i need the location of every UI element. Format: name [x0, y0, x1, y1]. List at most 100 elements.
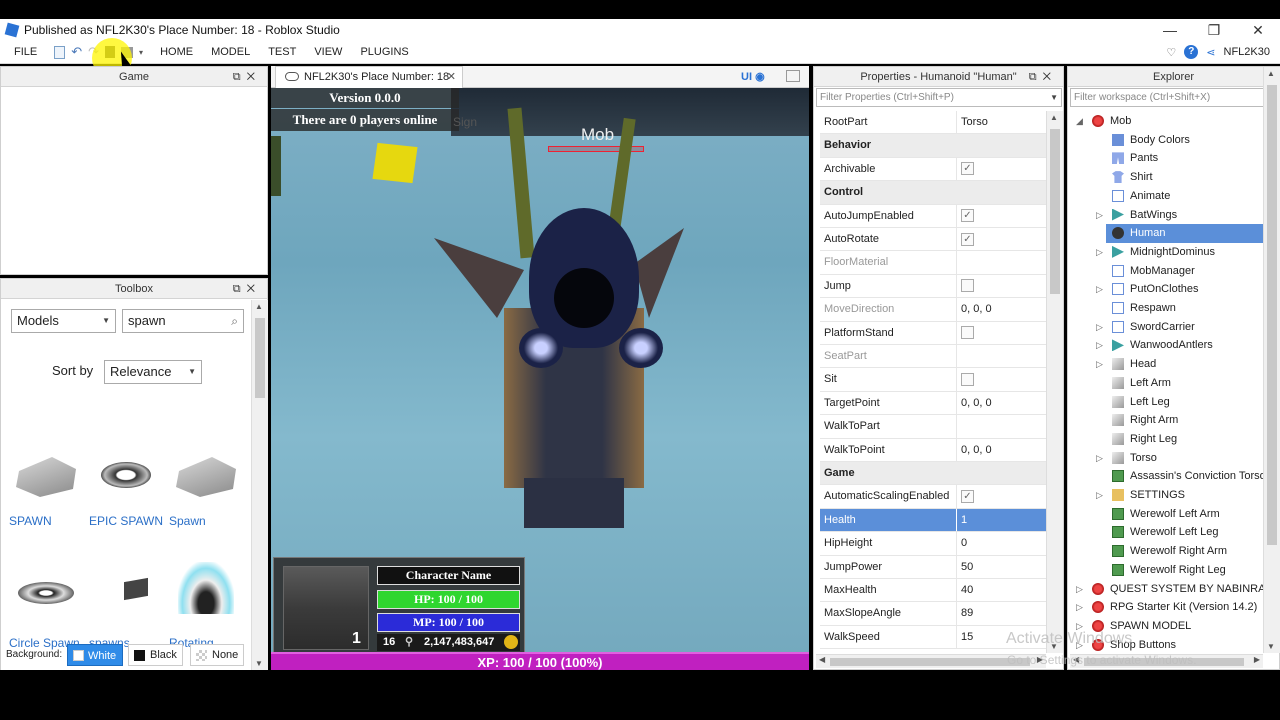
property-checkbox[interactable]: ✓ — [956, 228, 1046, 251]
property-row[interactable]: JumpPower 50 — [820, 555, 1046, 579]
expand-toggle-icon[interactable]: ▷ — [1076, 598, 1083, 616]
explorer-item[interactable]: Body Colors — [1070, 131, 1263, 150]
share-icon[interactable]: ⋖ — [1206, 46, 1215, 59]
checkbox[interactable]: ✓ — [961, 489, 974, 503]
tab-view[interactable]: VIEW — [305, 41, 351, 63]
property-value[interactable]: 89 — [956, 602, 1046, 625]
explorer-item[interactable]: Left Arm — [1070, 374, 1263, 393]
filter-workspace-input[interactable]: Filter workspace (Ctrl+Shift+X) — [1070, 88, 1278, 107]
toolbox-item[interactable]: spawns — [86, 562, 166, 650]
ui-toggle[interactable]: UI ◉ — [741, 70, 765, 83]
property-checkbox[interactable]: ✓ — [956, 485, 1046, 508]
explorer-item[interactable]: ▷ Head — [1070, 355, 1263, 374]
expand-toggle-icon[interactable]: ◢ — [1076, 112, 1083, 130]
property-row[interactable]: Jump — [820, 274, 1046, 299]
explorer-item[interactable]: Werewolf Left Leg — [1070, 523, 1263, 542]
chevron-down-icon[interactable]: ▼ — [1050, 89, 1058, 106]
maximize-button[interactable]: ❐ — [1192, 19, 1236, 41]
minimize-button[interactable]: — — [1148, 19, 1192, 41]
expand-toggle-icon[interactable]: ▷ — [1096, 355, 1103, 373]
explorer-item[interactable]: Werewolf Right Arm — [1070, 542, 1263, 561]
property-checkbox[interactable] — [956, 321, 1046, 344]
place-tab[interactable]: NFL2K30's Place Number: 18 ✕ — [275, 66, 463, 88]
expand-toggle-icon[interactable]: ▷ — [1096, 243, 1103, 261]
property-checkbox[interactable]: ✓ — [956, 204, 1046, 227]
explorer-scrollbar[interactable]: ▲ ▼ — [1263, 67, 1280, 653]
username[interactable]: NFL2K30 — [1224, 46, 1270, 58]
property-row[interactable]: AutoRotate ✓ — [820, 228, 1046, 252]
checkbox[interactable] — [961, 372, 974, 386]
property-row[interactable]: MoveDirection 0, 0, 0 — [820, 298, 1046, 322]
expand-toggle-icon[interactable]: ▷ — [1096, 318, 1103, 336]
new-file-icon[interactable] — [54, 45, 66, 59]
bg-black-button[interactable]: Black — [128, 644, 183, 666]
tab-plugins[interactable]: PLUGINS — [351, 41, 417, 63]
property-checkbox[interactable] — [956, 274, 1046, 298]
checkbox[interactable] — [961, 279, 974, 293]
property-row[interactable]: HipHeight 0 — [820, 532, 1046, 556]
property-checkbox[interactable]: ✓ — [956, 157, 1046, 181]
explorer-item[interactable]: Shirt — [1070, 168, 1263, 187]
property-value[interactable]: 0 — [956, 532, 1046, 555]
explorer-item[interactable]: ▷ QUEST SYSTEM BY NABINRAJ — [1070, 580, 1271, 599]
explorer-item[interactable]: Human — [1106, 224, 1265, 243]
toolbox-item[interactable]: EPIC SPAWN — [86, 457, 166, 528]
file-menu[interactable]: FILE — [0, 41, 46, 63]
explorer-item[interactable]: Right Arm — [1070, 411, 1263, 430]
explorer-item[interactable]: ▷ Torso — [1070, 449, 1263, 468]
checkbox[interactable]: ✓ — [961, 232, 974, 246]
explorer-item[interactable]: ▷ WanwoodAntlers — [1070, 336, 1263, 355]
property-row[interactable]: TargetPoint 0, 0, 0 — [820, 391, 1046, 416]
search-icon[interactable]: ⌕ — [231, 310, 238, 332]
explorer-item[interactable]: Respawn — [1070, 299, 1263, 318]
property-row[interactable]: WalkToPart — [820, 415, 1046, 439]
panel-controls[interactable]: ⧉✕ — [233, 67, 261, 87]
sort-dropdown[interactable]: Relevance ▼ — [104, 360, 202, 384]
explorer-item[interactable]: Right Leg — [1070, 430, 1263, 449]
expand-toggle-icon[interactable]: ▷ — [1096, 449, 1103, 467]
help-icon[interactable]: ? — [1184, 45, 1199, 59]
panel-controls[interactable]: ⧉✕ — [1029, 67, 1057, 87]
property-row[interactable]: AutomaticScalingEnabled ✓ — [820, 485, 1046, 509]
property-value[interactable]: 0, 0, 0 — [956, 298, 1046, 321]
explorer-item[interactable]: ▷ SETTINGS — [1070, 486, 1263, 505]
property-row[interactable]: FloorMaterial — [820, 251, 1046, 275]
property-row[interactable]: MaxSlopeAngle 89 — [820, 602, 1046, 626]
property-row[interactable]: SeatPart — [820, 345, 1046, 369]
chevron-down-icon[interactable]: ▾ — [139, 48, 143, 57]
explorer-item[interactable]: MobManager — [1070, 262, 1263, 281]
search-input[interactable]: spawn ⌕ — [122, 309, 244, 333]
property-row[interactable]: RootPart Torso — [820, 111, 1046, 135]
property-value[interactable]: 40 — [956, 579, 1046, 602]
toolbox-scrollbar[interactable]: ▲ ▼ — [251, 300, 268, 670]
expand-toggle-icon[interactable]: ▷ — [1096, 280, 1103, 298]
property-row[interactable]: WalkToPoint 0, 0, 0 — [820, 438, 1046, 462]
tab-model[interactable]: MODEL — [202, 41, 259, 63]
property-row[interactable]: Sit — [820, 368, 1046, 392]
toolbox-item[interactable]: Rotating — [166, 562, 246, 650]
property-row[interactable]: AutoJumpEnabled ✓ — [820, 204, 1046, 228]
explorer-item[interactable]: Animate — [1070, 187, 1263, 206]
toolbox-item[interactable]: Circle Spawn — [6, 562, 86, 650]
explorer-item[interactable]: Left Leg — [1070, 393, 1263, 412]
explorer-item[interactable]: Pants — [1070, 149, 1263, 168]
collapse-ribbon-icon[interactable]: ♡ — [1166, 46, 1176, 59]
checkbox[interactable] — [961, 326, 974, 340]
expand-toggle-icon[interactable]: ▷ — [1096, 336, 1103, 354]
explorer-item[interactable]: Assassin's Conviction Torso — [1070, 467, 1266, 486]
undo-icon[interactable]: ↶ — [71, 44, 82, 60]
toolbox-item[interactable]: Spawn — [166, 457, 246, 528]
explorer-item[interactable]: ▷ RPG Starter Kit (Version 14.2) — [1070, 598, 1263, 617]
toolbox-item[interactable]: SPAWN — [6, 457, 86, 528]
property-value[interactable] — [956, 251, 1046, 274]
close-tab-icon[interactable]: ✕ — [447, 67, 456, 88]
explorer-item[interactable]: ▷ PutOnClothes — [1070, 280, 1263, 299]
expand-toggle-icon[interactable]: ▷ — [1096, 486, 1103, 504]
property-row[interactable]: MaxHealth 40 — [820, 579, 1046, 603]
panel-controls[interactable]: ⧉✕ — [233, 279, 261, 299]
properties-scrollbar[interactable]: ▲ ▼ — [1046, 111, 1063, 653]
tab-test[interactable]: TEST — [259, 41, 305, 63]
expand-toggle-icon[interactable]: ▷ — [1096, 206, 1103, 224]
bg-none-button[interactable]: None — [190, 644, 244, 666]
property-value[interactable]: Torso — [956, 111, 1046, 134]
